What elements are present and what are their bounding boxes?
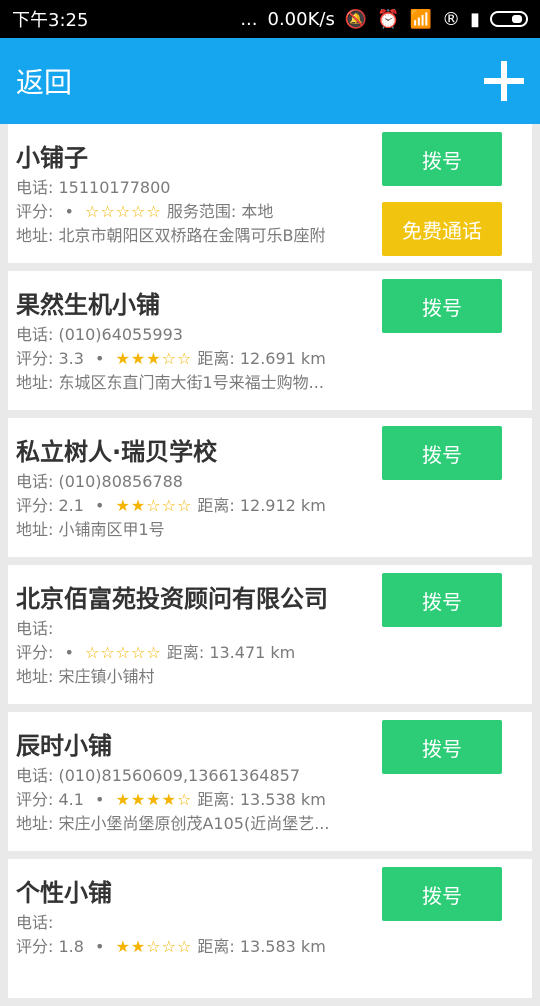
battery-icon: [490, 11, 528, 27]
shop-list: 小铺子 电话: 15110177800 评分: • ☆☆☆☆☆ 服务范围: 本地…: [0, 124, 540, 1006]
dot: •: [95, 496, 105, 515]
mute-icon: 🔕: [344, 8, 368, 30]
free-call-button[interactable]: 免费通话: [382, 202, 502, 256]
shop-address: 地址: 宋庄镇小铺村: [16, 667, 155, 686]
network-speed: 0.00K/s: [267, 8, 335, 30]
call-button[interactable]: 拨号: [382, 426, 502, 480]
rating-stars: ☆☆☆☆☆: [85, 643, 162, 662]
registered-icon: ®: [442, 8, 461, 30]
dot: •: [95, 937, 105, 956]
shop-rating: 评分: 3.3 • ★★★☆☆ 距离: 12.691 km: [16, 349, 326, 368]
call-button[interactable]: 拨号: [382, 720, 502, 774]
shop-rating: 评分: 1.8 • ★★☆☆☆ 距离: 13.583 km: [16, 937, 326, 956]
call-button[interactable]: 拨号: [382, 867, 502, 921]
dot: •: [64, 643, 74, 662]
shop-address: 地址: 小铺南区甲1号: [16, 520, 165, 539]
signal-icon: ▮: [470, 8, 480, 30]
shop-rating: 评分: 2.1 • ★★☆☆☆ 距离: 12.912 km: [16, 496, 326, 515]
shop-address: 地址: 东城区东直门南大街1号来福士购物...: [16, 373, 324, 392]
call-button[interactable]: 拨号: [382, 132, 502, 186]
back-button[interactable]: 返回: [16, 61, 72, 101]
status-icons: ... 0.00K/s 🔕 ⏰ 📶 ® ▮: [240, 9, 528, 30]
wifi-icon: 📶: [409, 8, 433, 30]
status-bar: 下午3:25 ... 0.00K/s 🔕 ⏰ 📶 ® ▮: [0, 0, 540, 38]
rating-stars: ★★★☆☆: [115, 349, 193, 368]
shop-card: 个性小铺 电话: 评分: 1.8 • ★★☆☆☆ 距离: 13.583 km 拨…: [8, 859, 532, 998]
shop-card: 北京佰富苑投资顾问有限公司 电话: 评分: • ☆☆☆☆☆ 距离: 13.471…: [8, 565, 532, 704]
shop-card: 辰时小铺 电话: (010)81560609,13661364857 评分: 4…: [8, 712, 532, 851]
shop-address: 地址: 北京市朝阳区双桥路在金隅可乐B座附: [16, 226, 326, 245]
status-time: 下午3:25: [12, 10, 89, 31]
shop-card: 小铺子 电话: 15110177800 评分: • ☆☆☆☆☆ 服务范围: 本地…: [8, 124, 532, 263]
rating-stars: ★★☆☆☆: [115, 496, 193, 515]
rating-stars: ★★☆☆☆: [115, 937, 193, 956]
status-dots: ...: [240, 8, 258, 30]
dot: •: [95, 349, 105, 368]
shop-rating: 评分: • ☆☆☆☆☆ 距离: 13.471 km: [16, 643, 296, 662]
shop-address: 地址: 宋庄小堡尚堡原创茂A105(近尚堡艺...: [16, 814, 330, 833]
rating-stars: ☆☆☆☆☆: [85, 202, 162, 221]
plus-icon[interactable]: [484, 61, 524, 101]
shop-card: 果然生机小铺 电话: (010)64055993 评分: 3.3 • ★★★☆☆…: [8, 271, 532, 410]
call-button[interactable]: 拨号: [382, 279, 502, 333]
rating-stars: ★★★★☆: [115, 790, 193, 809]
shop-card: 私立树人·瑞贝学校 电话: (010)80856788 评分: 2.1 • ★★…: [8, 418, 532, 557]
dot: •: [64, 202, 74, 221]
dot: •: [95, 790, 105, 809]
app-bar: 返回: [0, 38, 540, 124]
call-button[interactable]: 拨号: [382, 573, 502, 627]
shop-rating: 评分: 4.1 • ★★★★☆ 距离: 13.538 km: [16, 790, 326, 809]
alarm-icon: ⏰: [377, 8, 400, 30]
